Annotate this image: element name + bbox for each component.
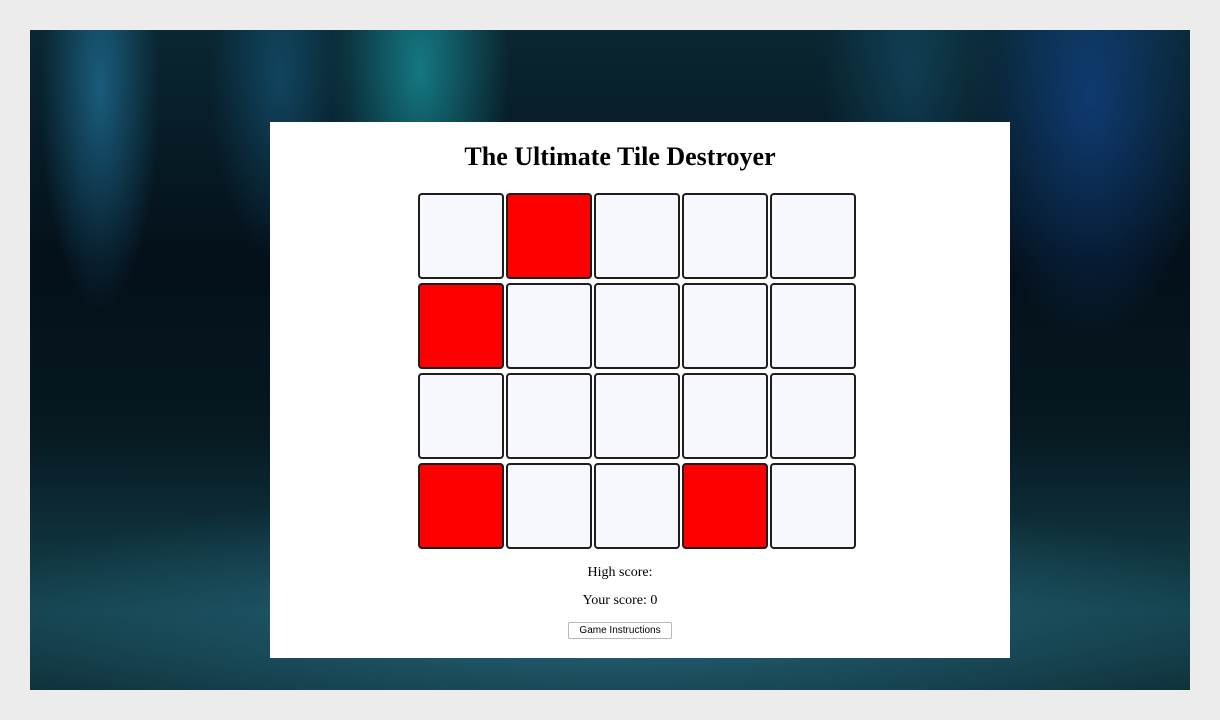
- your-score: Your score: 0: [582, 593, 658, 608]
- tile-active[interactable]: [506, 193, 592, 279]
- tile[interactable]: [506, 463, 592, 549]
- tile[interactable]: [770, 373, 856, 459]
- tile[interactable]: [770, 283, 856, 369]
- tile[interactable]: [594, 463, 680, 549]
- tile[interactable]: [682, 193, 768, 279]
- game-instructions-button[interactable]: Game Instructions: [568, 622, 672, 639]
- game-card: The Ultimate Tile Destroyer High score: …: [270, 122, 1010, 658]
- tile[interactable]: [682, 283, 768, 369]
- game-title: The Ultimate Tile Destroyer: [464, 142, 776, 171]
- tile[interactable]: [770, 463, 856, 549]
- tile-active[interactable]: [682, 463, 768, 549]
- tile[interactable]: [506, 283, 592, 369]
- high-score: High score:: [587, 565, 653, 580]
- tile-grid: [418, 193, 858, 549]
- tile[interactable]: [594, 373, 680, 459]
- tile[interactable]: [770, 193, 856, 279]
- tile[interactable]: [594, 193, 680, 279]
- tile-active[interactable]: [418, 463, 504, 549]
- tile[interactable]: [418, 193, 504, 279]
- tile[interactable]: [594, 283, 680, 369]
- tile-active[interactable]: [418, 283, 504, 369]
- tile[interactable]: [682, 373, 768, 459]
- tile[interactable]: [418, 373, 504, 459]
- stage-background: The Ultimate Tile Destroyer High score: …: [30, 30, 1190, 690]
- tile[interactable]: [506, 373, 592, 459]
